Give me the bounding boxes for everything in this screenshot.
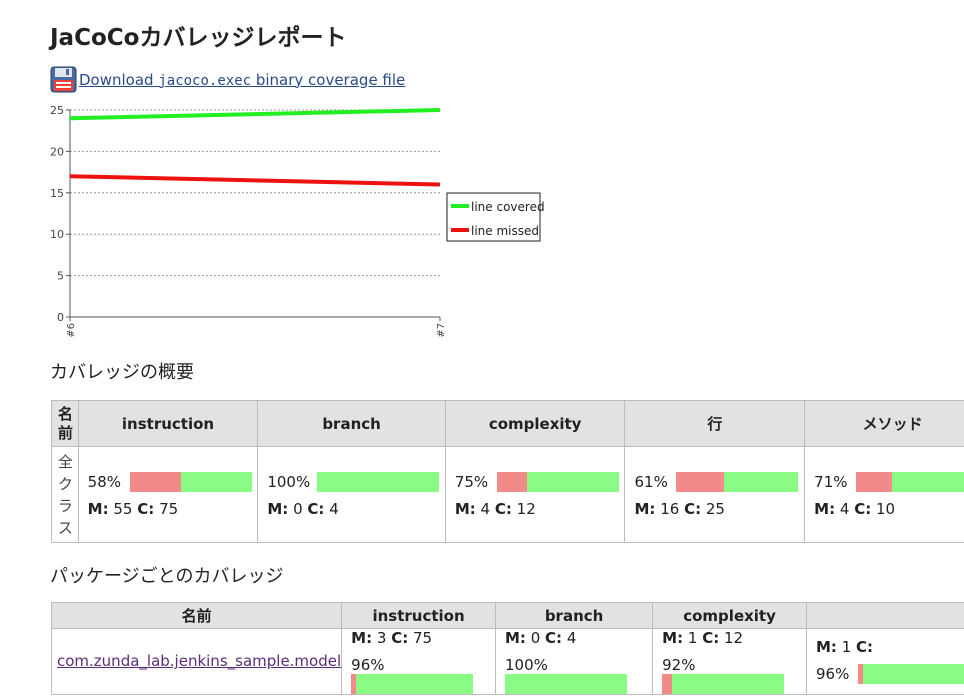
summary-name-header[interactable]: 名前 [51,400,79,447]
missed-bar-segment [857,664,863,685]
missed-bar-segment [129,471,181,492]
floppy-disk-icon [50,66,77,93]
package-cell-instruction: M: 3 C: 75 96% [341,628,496,695]
coverage-bar [496,471,619,492]
y-tick-label: 5 [57,270,64,283]
coverage-bar [505,673,627,694]
coverage-bar [317,471,440,492]
download-coverage-link[interactable]: Download jacoco.exec binary coverage fil… [79,71,405,89]
coverage-bar [129,471,252,492]
coverage-bar [856,471,964,492]
package-col-instruction[interactable]: instruction [341,602,496,629]
coverage-bar [351,673,474,694]
legend-label: line covered [471,200,545,214]
y-tick-label: 0 [57,311,64,324]
y-tick-label: 10 [50,228,64,241]
package-name-header[interactable]: 名前 [50,602,343,629]
y-tick-label: 25 [50,104,64,117]
package-link[interactable]: com.zunda_lab.jenkins_sample.model [57,652,341,670]
download-link-row: Download jacoco.exec binary coverage fil… [50,66,405,93]
package-cell-branch: M: 0 C: 4 100% [494,628,654,695]
package-col-line[interactable] [805,602,964,629]
missed-bar-segment [496,471,528,492]
missed-bar-segment [662,673,672,694]
package-cell-complexity: M: 1 C: 12 92% [652,628,807,695]
x-tick-label: #7 [436,323,447,338]
summary-row-label: 全クラス [57,452,73,537]
package-table: 名前 instruction branch complexity com.zun… [50,602,964,695]
package-cell-line: M: 1 C: 96% [805,628,964,695]
legend-label: line missed [471,224,539,238]
page-title: JaCoCoカバレッジレポート [50,25,347,51]
summary-cell-instruction: 58% M: 55 C: 75 [77,446,259,543]
package-heading: パッケージごとのカバレッジ [50,566,284,587]
summary-heading: カバレッジの概要 [50,362,194,383]
x-tick-label: #6 [66,323,77,338]
summary-col-branch[interactable]: branch [257,400,446,447]
summary-row-all-classes: 全クラス 58% M: 55 C: 75 100% M: 0 C: 4 75% … [51,446,964,543]
missed-bar-segment [351,673,357,694]
summary-cell-complexity: 75% M: 4 C: 12 [444,446,626,543]
series-line-0 [69,108,441,121]
coverage-trend-chart: 0 5 10 15 20 25 #6 #7 line covered line missed [50,104,545,338]
y-tick-label: 20 [50,145,64,158]
summary-cell-method: 71% M: 4 C: 10 [804,446,964,543]
y-tick-label: 15 [50,187,64,200]
missed-bar-segment [856,471,892,492]
summary-col-instruction[interactable]: instruction [77,400,259,447]
summary-col-method[interactable]: メソッド [804,400,964,447]
package-col-branch[interactable]: branch [494,602,654,629]
summary-col-complexity[interactable]: complexity [444,400,626,447]
chart-legend: line covered line missed [446,192,545,242]
summary-table: 名前 instruction branch complexity 行 メソッド … [51,400,964,543]
package-col-complexity[interactable]: complexity [652,602,807,629]
coverage-bar [857,664,964,685]
summary-cell-line: 61% M: 16 C: 25 [624,446,806,543]
coverage-bar [676,471,799,492]
package-row: com.zunda_lab.jenkins_sample.model M: 3 … [50,628,964,695]
summary-col-line[interactable]: 行 [624,400,806,447]
coverage-bar [662,673,785,694]
series-line-1 [69,174,441,187]
missed-bar-segment [676,471,725,492]
summary-cell-branch: 100% M: 0 C: 4 [257,446,446,543]
